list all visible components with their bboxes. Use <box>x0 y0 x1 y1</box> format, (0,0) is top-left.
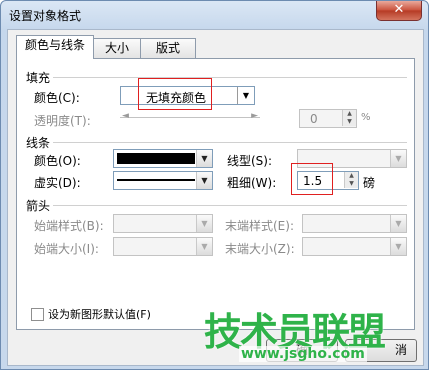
line-color-select[interactable]: ▼ <box>113 149 213 168</box>
line-color-swatch <box>117 153 195 164</box>
spin-down-icon[interactable]: ▼ <box>342 118 356 126</box>
fill-divider <box>53 77 407 78</box>
chevron-down-icon[interactable]: ▼ <box>390 238 406 255</box>
weight-highlight <box>291 163 333 195</box>
line-section-title: 线条 <box>26 136 51 150</box>
dash-select[interactable]: ▼ <box>113 171 213 190</box>
chevron-down-icon[interactable]: ▼ <box>390 215 406 232</box>
default-checkbox[interactable] <box>31 308 44 321</box>
dialog-window: 设置对象格式 ✕ 颜色与线条 大小 版式 填充 颜色(C): 无填充颜色 ▼ 透… <box>0 0 429 370</box>
chevron-down-icon[interactable]: ▼ <box>390 150 406 167</box>
transparency-unit: % <box>361 112 371 123</box>
default-checkbox-label: 设为新图形默认值(F) <box>48 308 151 321</box>
close-icon: ✕ <box>393 2 405 17</box>
weight-unit: 磅 <box>363 176 376 190</box>
tab-panel: 填充 颜色(C): 无填充颜色 ▼ 透明度(T): ◄ ► 0 ▲ ▼ % 线条 <box>16 58 415 330</box>
slider-right-icon[interactable]: ► <box>251 111 258 121</box>
watermark-url: www.jsgho.com <box>239 346 367 362</box>
arrows-section-title: 箭头 <box>26 199 51 213</box>
end-size-label: 末端大小(Z): <box>225 242 295 256</box>
slider-left-icon[interactable]: ◄ <box>122 111 129 121</box>
weight-label: 粗细(W): <box>227 176 277 190</box>
tab-size[interactable]: 大小 <box>92 38 142 58</box>
dash-label: 虚实(D): <box>34 176 81 190</box>
transparency-slider[interactable]: ◄ ► <box>120 111 260 124</box>
fill-color-highlight <box>138 78 212 110</box>
transparency-value: 0 <box>310 112 318 126</box>
chevron-down-icon[interactable]: ▼ <box>196 215 212 232</box>
chevron-down-icon[interactable]: ▼ <box>196 150 212 167</box>
chevron-down-icon[interactable]: ▼ <box>196 172 212 189</box>
tab-layout[interactable]: 版式 <box>140 38 196 58</box>
chevron-down-icon[interactable]: ▼ <box>196 238 212 255</box>
fill-color-label: 颜色(C): <box>34 91 80 105</box>
begin-style-select[interactable]: ▼ <box>113 214 213 233</box>
slider-track <box>120 117 260 118</box>
tab-colors-lines[interactable]: 颜色与线条 <box>16 35 94 59</box>
transparency-label: 透明度(T): <box>34 114 91 128</box>
line-divider <box>53 142 407 143</box>
begin-size-label: 始端大小(I): <box>34 242 99 256</box>
transparency-spinner[interactable]: 0 ▲ ▼ <box>299 109 357 128</box>
spin-up-icon[interactable]: ▲ <box>344 172 358 180</box>
spin-down-icon[interactable]: ▼ <box>344 180 358 188</box>
chevron-down-icon[interactable]: ▼ <box>237 87 254 104</box>
end-size-select[interactable]: ▼ <box>302 237 407 256</box>
spin-up-icon[interactable]: ▲ <box>342 110 356 118</box>
close-button[interactable]: ✕ <box>376 1 422 21</box>
window-title: 设置对象格式 <box>9 9 82 23</box>
begin-size-select[interactable]: ▼ <box>113 237 213 256</box>
line-color-label: 颜色(O): <box>34 154 81 168</box>
title-bar[interactable]: 设置对象格式 ✕ <box>1 1 428 27</box>
line-style-label: 线型(S): <box>227 154 273 168</box>
dash-sample <box>117 179 195 181</box>
fill-section-title: 填充 <box>26 71 51 85</box>
begin-style-label: 始端样式(B): <box>34 219 104 233</box>
end-style-select[interactable]: ▼ <box>302 214 407 233</box>
end-style-label: 末端样式(E): <box>225 219 294 233</box>
arrows-divider <box>53 205 407 206</box>
